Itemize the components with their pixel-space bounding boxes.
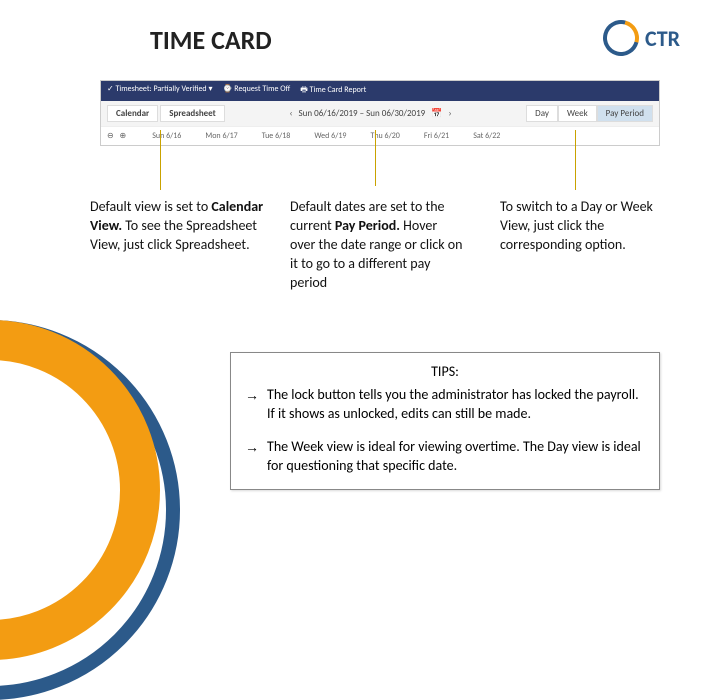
day-col: Sun 6/16: [152, 131, 181, 141]
prev-icon: ‹: [289, 108, 292, 119]
request-time-off: ⌚ Request Time Off: [222, 84, 290, 98]
connector-line: [160, 130, 161, 190]
timecard-toolbar-screenshot: ✓ Timesheet: Partially Verified ▾ ⌚ Requ…: [100, 80, 660, 146]
logo-swirl-icon: [596, 13, 645, 62]
calendar-icon: 📅: [431, 108, 442, 119]
range-views: Day Week Pay Period: [526, 105, 653, 122]
tab-calendar: Calendar: [107, 105, 158, 122]
toolbar-row-main: Calendar Spreadsheet ‹ Sun 06/16/2019 – …: [101, 101, 659, 126]
logo-text: CTR: [645, 25, 680, 52]
day-col: Fri 6/21: [424, 131, 449, 141]
tab-spreadsheet: Spreadsheet: [160, 105, 225, 122]
callout-dates: Default dates are set to the current Pay…: [290, 198, 465, 292]
verify-status: ✓ Timesheet: Partially Verified ▾: [107, 84, 212, 98]
time-card-report: 🖶 Time Card Report: [300, 84, 366, 98]
zoom-controls: ⊖ ⊕: [107, 131, 128, 141]
page-title: TIME CARD: [150, 24, 272, 56]
tip-item: → The Week view is ideal for viewing ove…: [245, 438, 645, 476]
view-payperiod: Pay Period: [597, 105, 653, 122]
day-col: Mon 6/17: [205, 131, 237, 141]
view-tabs: Calendar Spreadsheet: [107, 105, 225, 122]
day-col: Wed 6/19: [314, 131, 346, 141]
toolbar-row-top: ✓ Timesheet: Partially Verified ▾ ⌚ Requ…: [101, 81, 659, 101]
tip-text: The Week view is ideal for viewing overt…: [267, 438, 645, 476]
tips-title: TIPS:: [245, 363, 645, 382]
callout-views: To switch to a Day or Week View, just cl…: [500, 198, 670, 255]
logo: CTR: [603, 20, 680, 56]
text: To switch to a Day or Week View, just cl…: [500, 198, 653, 253]
day-col: Tue 6/18: [262, 131, 291, 141]
connector-line: [575, 130, 576, 190]
tip-text: The lock button tells you the administra…: [267, 386, 645, 424]
arrow-icon: →: [245, 386, 267, 424]
text-bold: Pay Period.: [335, 217, 400, 234]
tip-item: → The lock button tells you the administ…: [245, 386, 645, 424]
date-range: Sun 06/16/2019 – Sun 06/30/2019: [299, 108, 426, 119]
text: Default view is set to: [90, 198, 211, 215]
view-day: Day: [526, 105, 558, 122]
connector-line: [375, 130, 376, 186]
next-icon: ›: [448, 108, 451, 119]
arrow-icon: →: [245, 438, 267, 476]
tips-box: TIPS: → The lock button tells you the ad…: [230, 352, 660, 490]
day-col: Sat 6/22: [473, 131, 500, 141]
view-week: Week: [558, 105, 597, 122]
callout-calendar: Default view is set to Calendar View. To…: [90, 198, 265, 255]
date-nav: ‹ Sun 06/16/2019 – Sun 06/30/2019 📅 ›: [289, 108, 451, 119]
